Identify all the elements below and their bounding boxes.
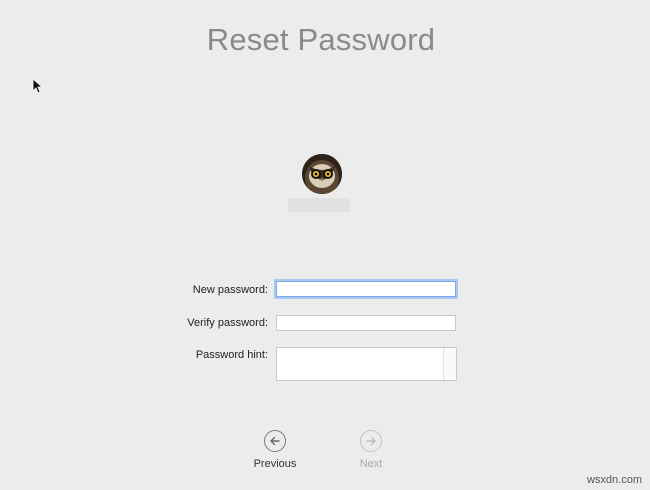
mouse-cursor-icon [32, 78, 42, 94]
password-hint-scrollbar[interactable] [443, 348, 456, 380]
password-hint-label: Password hint: [195, 349, 268, 361]
new-password-field[interactable] [276, 281, 456, 297]
watermark: wsxdn.com [586, 474, 642, 486]
owl-avatar-icon[interactable] [302, 154, 342, 194]
previous-label: Previous [253, 458, 297, 470]
verify-password-field[interactable] [276, 315, 456, 331]
previous-button[interactable]: Previous [235, 430, 315, 470]
password-hint-field[interactable] [276, 347, 457, 381]
new-password-label: New password: [192, 284, 268, 296]
next-label: Next [359, 458, 383, 470]
arrow-left-icon [264, 430, 286, 452]
page-title: Reset Password [206, 22, 436, 57]
arrow-right-icon [360, 430, 382, 452]
next-button[interactable]: Next [331, 430, 411, 470]
verify-password-label: Verify password: [187, 317, 268, 329]
username-placeholder [288, 198, 350, 212]
